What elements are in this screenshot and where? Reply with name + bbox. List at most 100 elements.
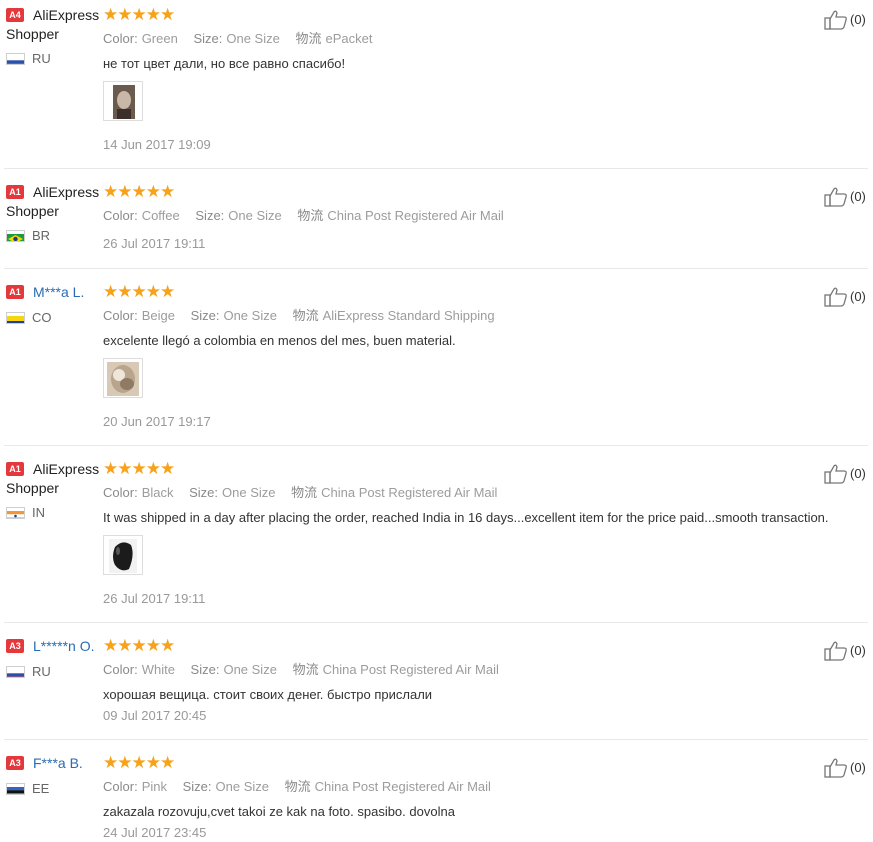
thumbs-up-icon [824,187,847,207]
helpful-button[interactable]: (0) [824,287,868,307]
buyer-level-badge: A3 [6,756,24,770]
shipping-value: China Post Registered Air Mail [322,662,499,677]
size-value: One Size [223,662,277,677]
star-icon: ★ [103,459,119,478]
flag-co-icon [6,312,25,324]
shipping-label: 物流 [292,308,319,323]
shipping-label: 物流 [292,662,319,677]
star-icon: ★ [117,282,133,301]
reviewer-info: A4 AliExpress Shopper RU [6,5,104,66]
reviewer-name-line2: Shopper [6,203,59,219]
star-rating: ★★★★★ [103,282,176,301]
star-icon: ★ [160,636,176,655]
helpful-button[interactable]: (0) [824,10,868,30]
thumbs-up-icon [824,287,847,307]
review-photo-thumbnail[interactable] [103,535,143,575]
shipping-value: China Post Registered Air Mail [314,779,491,794]
thumbs-up-icon [824,758,847,778]
review-item: A3 L*****n O. RU ★★★★★ Color: White Size:… [4,636,868,740]
review-text: не тот цвет дали, но все равно спасибо! [103,56,346,71]
helpful-count: (0) [850,643,866,658]
review-photo-thumbnail[interactable] [103,358,143,398]
review-date: 26 Jul 2017 19:11 [103,591,206,606]
reviewer-name-line2: Shopper [6,480,59,496]
star-icon: ★ [117,636,133,655]
color-value: White [141,662,175,677]
thumbs-up-icon [824,464,847,484]
review-item: A4 AliExpress Shopper RU ★★★★★ Color: Gre… [4,5,868,169]
flag-br-icon [6,230,25,242]
reviewer-name-line2: Shopper [6,26,59,42]
size-label: Size: [190,308,220,323]
size-value: One Size [215,779,269,794]
reviewer-name: AliExpress [33,7,100,23]
star-icon: ★ [103,182,119,201]
color-value: Black [141,485,174,500]
order-info: Color: Green Size: One Size 物流 ePacket [103,30,384,48]
review-photo-thumbnail[interactable] [103,81,143,121]
star-icon: ★ [117,753,133,772]
shipping-value: ePacket [325,31,373,46]
order-info: Color: Black Size: One Size 物流 China Post R… [103,484,509,502]
country-code: BR [32,228,51,243]
color-value: Green [141,31,178,46]
review-item: A1 AliExpress Shopper BR ★★★★★ Color: Cof… [4,182,868,269]
shipping-value: China Post Registered Air Mail [321,485,498,500]
color-label: Color: [103,308,138,323]
helpful-button[interactable]: (0) [824,758,868,778]
order-info: Color: Beige Size: One Size 物流 AliExpress S… [103,307,507,325]
review-text: It was shipped in a day after placing th… [103,510,829,525]
flag-ee-icon [6,783,25,795]
reviewer-name-link[interactable]: F***a B. [33,753,83,773]
shipping-label: 物流 [284,779,311,794]
star-icon: ★ [103,753,119,772]
buyer-level-badge: A1 [6,285,24,299]
helpful-count: (0) [850,189,866,204]
helpful-count: (0) [850,466,866,481]
size-label: Size: [193,31,223,46]
color-value: Coffee [141,208,180,223]
flag-ru-icon [6,666,25,678]
reviewer-info: A3 F***a B. EE [6,753,104,796]
color-label: Color: [103,208,138,223]
review-date: 14 Jun 2017 19:09 [103,137,211,152]
star-icon: ★ [131,182,147,201]
helpful-count: (0) [850,12,866,27]
star-rating: ★★★★★ [103,459,175,478]
star-icon: ★ [160,282,176,301]
helpful-count: (0) [850,760,866,775]
thumbs-up-icon [824,641,847,661]
color-label: Color: [103,485,138,500]
review-text: zakazala rozovuju,cvet takoi ze kak na f… [103,804,455,819]
reviewer-info: A1 AliExpress Shopper BR [6,182,104,243]
star-icon: ★ [131,282,147,301]
country-code: RU [32,664,51,679]
review-date: 20 Jun 2017 19:17 [103,414,211,429]
order-info: Color: Coffee Size: One Size 物流 China Post … [103,207,516,225]
reviewer-name-link[interactable]: M***a L. [33,282,84,302]
flag-in-icon [6,507,25,519]
helpful-button[interactable]: (0) [824,464,868,484]
review-item: A3 F***a B. EE ★★★★★ Color: Pink Size: One… [4,753,868,841]
photo-doll [113,85,135,119]
star-icon: ★ [145,5,161,24]
star-icon: ★ [145,753,161,772]
shipping-value: China Post Registered Air Mail [327,208,504,223]
helpful-button[interactable]: (0) [824,187,868,207]
star-icon: ★ [131,753,147,772]
review-text: хорошая вещица. стоит своих денег. быстр… [103,687,433,702]
color-value: Beige [141,308,175,323]
star-icon: ★ [131,5,147,24]
review-text: excelente llegó a colombia en menos del … [103,333,456,348]
helpful-count: (0) [850,289,866,304]
review-item: A1 AliExpress Shopper IN ★★★★★ Color: Bla… [4,459,868,623]
helpful-button[interactable]: (0) [824,641,868,661]
review-date: 24 Jul 2017 23:45 [103,825,207,840]
shipping-label: 物流 [297,208,324,223]
star-icon: ★ [131,459,147,478]
size-value: One Size [226,31,280,46]
size-label: Size: [190,662,220,677]
buyer-level-badge: A1 [6,185,24,199]
color-value: Pink [141,779,167,794]
reviewer-name-link[interactable]: L*****n O. [33,636,94,656]
